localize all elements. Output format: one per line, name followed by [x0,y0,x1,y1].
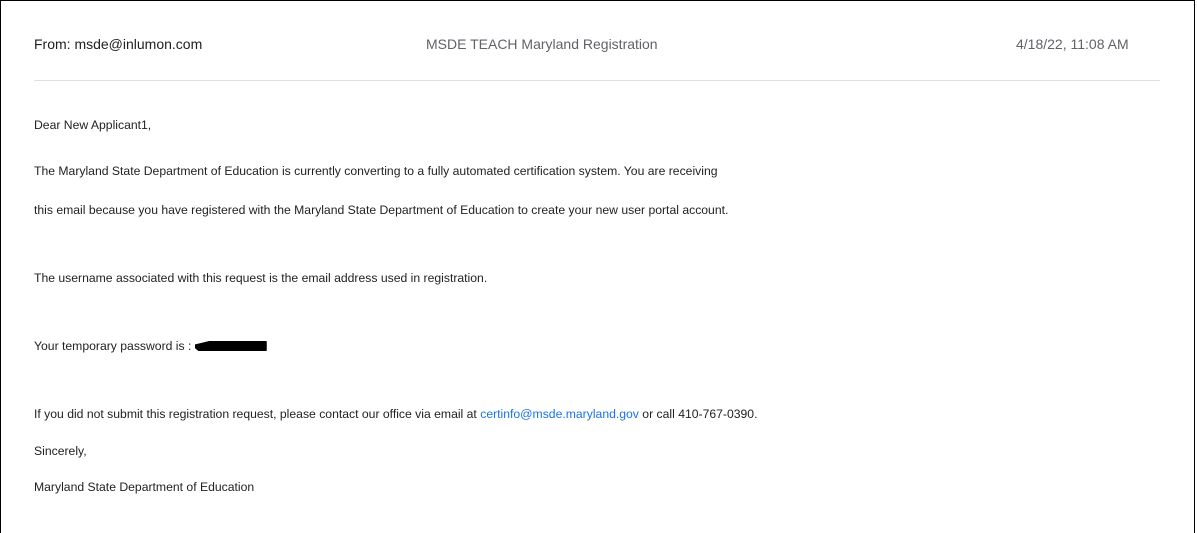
email-date: 4/18/22, 11:08 AM [1016,36,1129,52]
password-redaction [194,341,267,351]
contact-suffix: or call 410-767-0390. [638,407,758,421]
email-subject: MSDE TEACH Maryland Registration [426,36,658,52]
greeting: Dear New Applicant1, [34,118,152,132]
body-paragraph-2: The username associated with this reques… [34,271,488,285]
body-paragraph-1-line-2: this email because you have registered w… [34,203,729,217]
closing: Sincerely, [34,444,87,458]
contact-email-link[interactable]: certinfo@msde.maryland.gov [480,407,639,421]
password-line: Your temporary password is : [34,339,267,353]
contact-prefix: If you did not submit this registration … [34,407,481,421]
email-header: From: msde@inlumon.com MSDE TEACH Maryla… [0,0,1197,80]
signature: Maryland State Department of Education [34,480,255,494]
sender-address: From: msde@inlumon.com [34,36,203,52]
header-divider [34,80,1160,81]
password-label: Your temporary password is : [34,339,195,353]
contact-line: If you did not submit this registration … [34,407,757,421]
body-paragraph-1-line-1: The Maryland State Department of Educati… [34,164,718,178]
